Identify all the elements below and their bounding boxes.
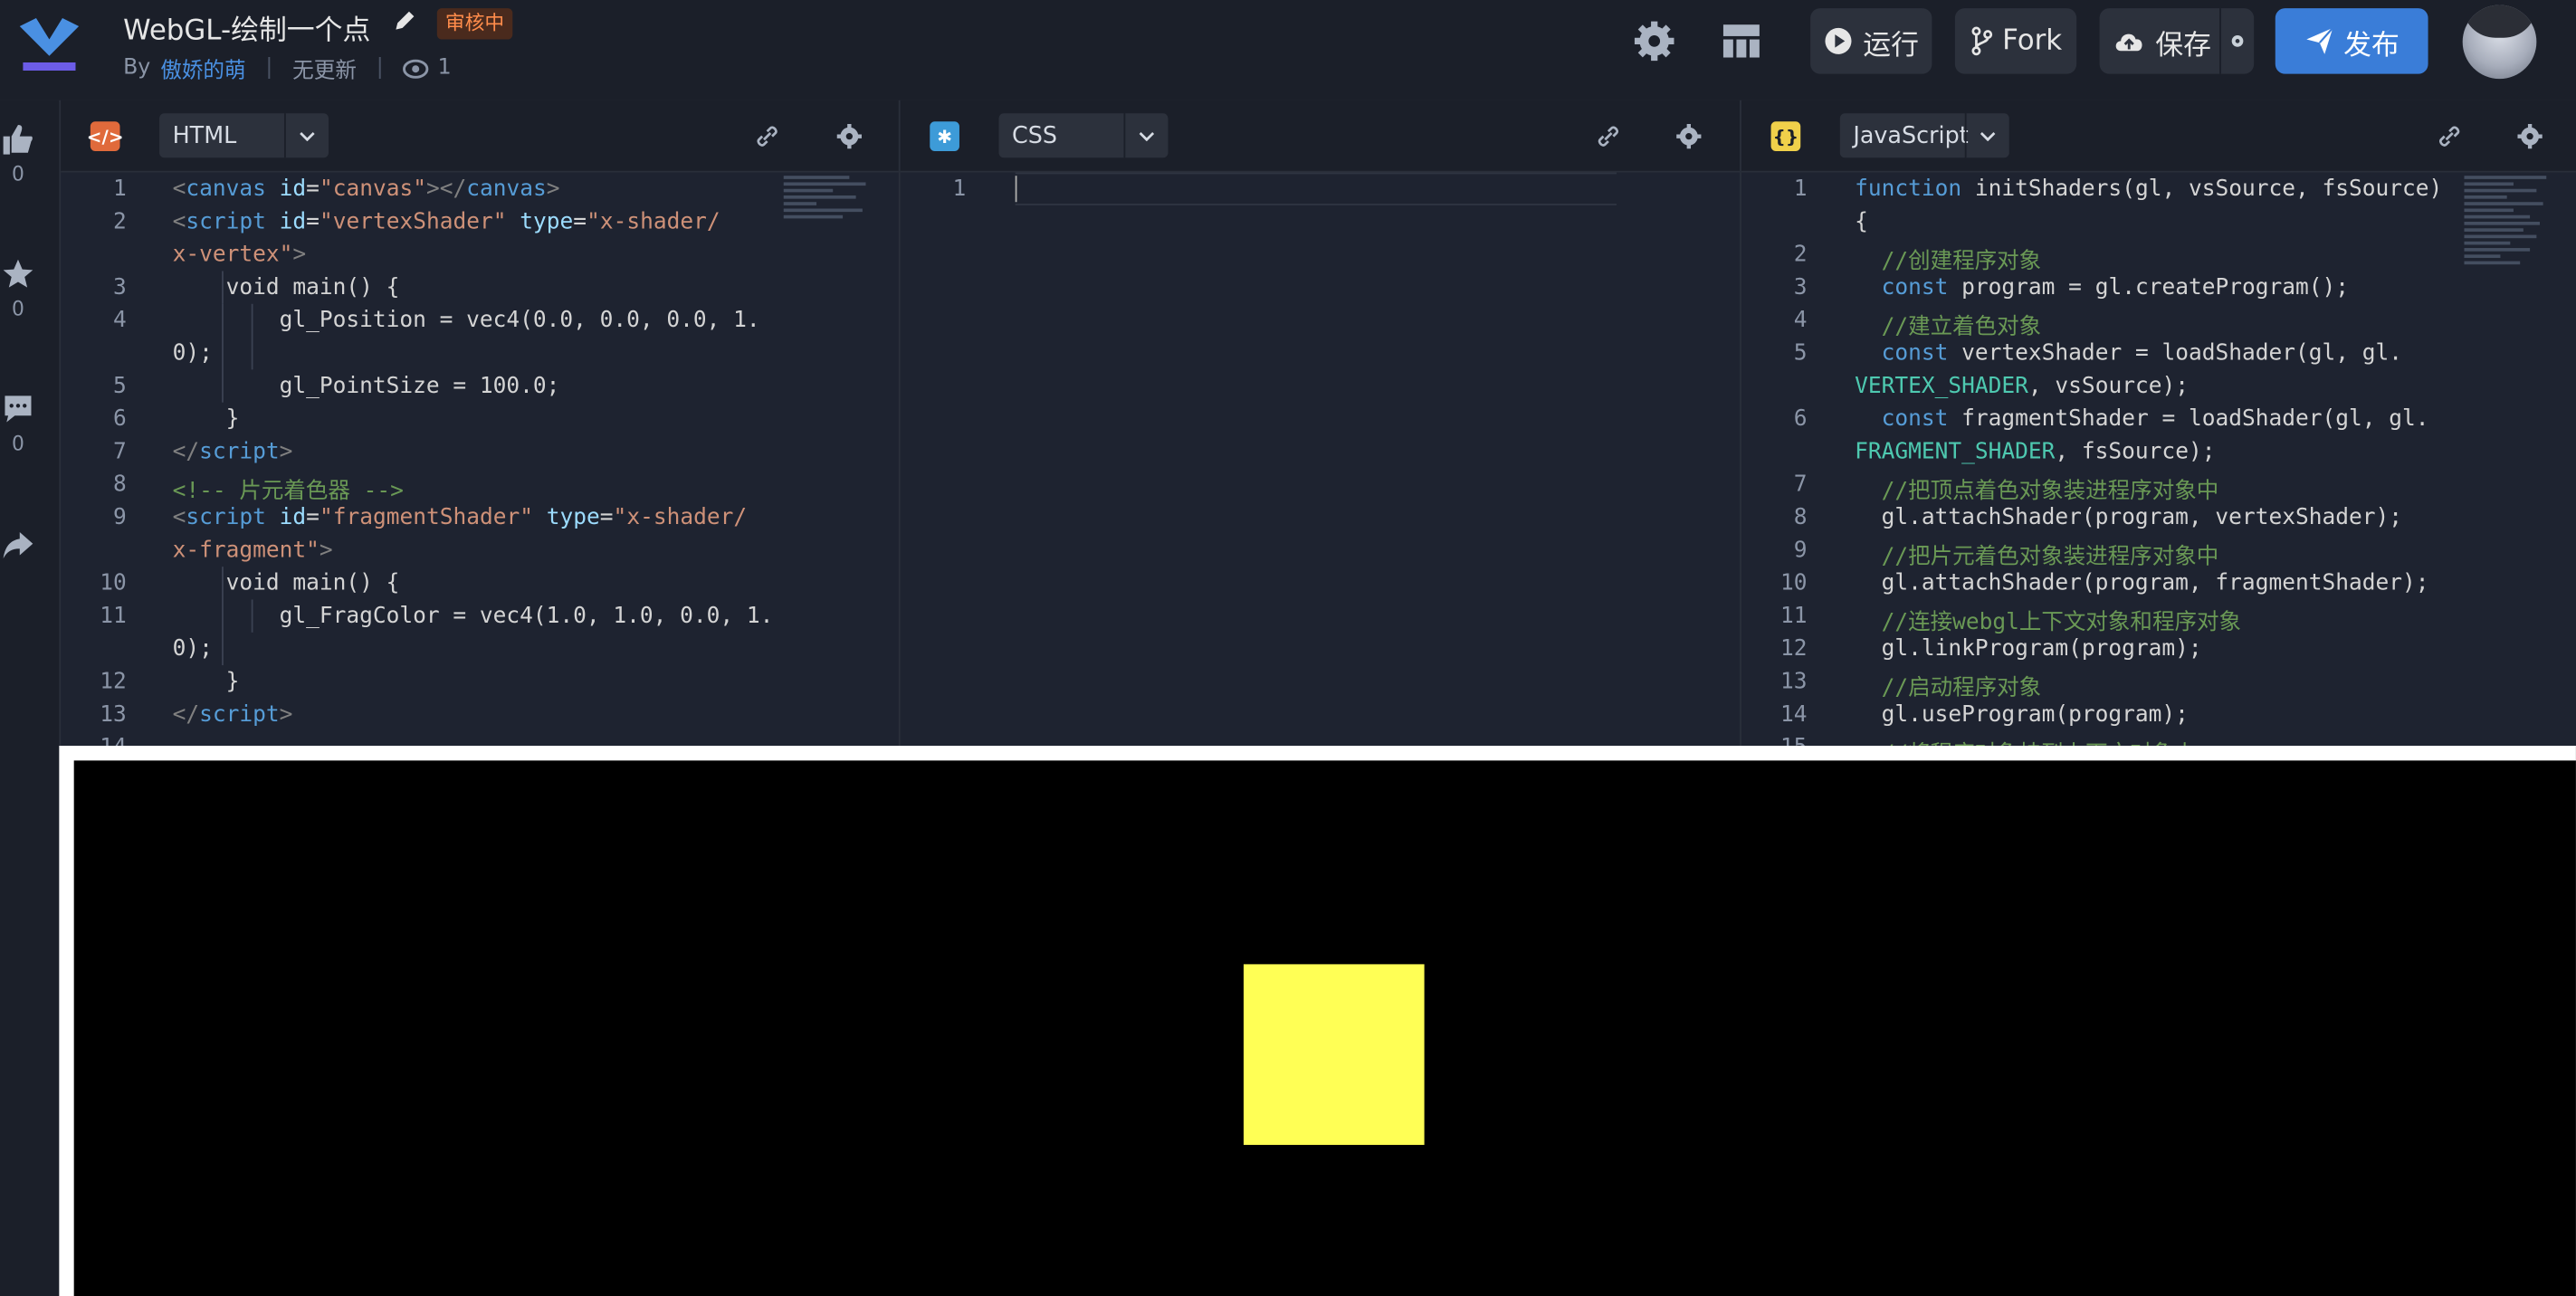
css-pane-header: ✱ CSS	[900, 100, 1741, 173]
fork-button-label: Fork	[2002, 24, 2063, 58]
share-arrow-icon[interactable]	[2, 530, 34, 560]
codepen-logo-icon[interactable]	[16, 16, 82, 72]
link-icon[interactable]	[754, 123, 780, 149]
author-link[interactable]: 傲娇的萌	[160, 52, 245, 83]
review-status-badge: 审核中	[436, 8, 513, 40]
thumbs-up-icon[interactable]	[2, 123, 34, 156]
save-button-label: 保存	[2155, 28, 2211, 62]
text-cursor	[1015, 176, 1017, 203]
chevron-down-icon	[1964, 113, 2009, 158]
pane-settings-gear-icon[interactable]	[1675, 123, 1702, 149]
project-meta: By 傲娇的萌 | 无更新 | 1	[123, 52, 452, 84]
comment-count: 0	[12, 432, 24, 455]
link-icon[interactable]	[1595, 123, 1621, 149]
comment-bubble-icon[interactable]	[2, 393, 34, 425]
pane-settings-gear-icon[interactable]	[2517, 123, 2543, 149]
layout-grid-icon[interactable]	[1718, 18, 1764, 64]
js-editor-pane: {} JavaScript 1 function initShaders(gl,…	[1740, 100, 2576, 747]
meta-divider: |	[376, 55, 384, 81]
share-action[interactable]	[0, 530, 36, 560]
play-icon	[1825, 27, 1852, 54]
fork-button[interactable]: Fork	[1954, 8, 2077, 74]
run-button[interactable]: 运行	[1810, 8, 1932, 74]
project-title[interactable]: WebGL-绘制一个点	[123, 6, 370, 47]
css-language-select[interactable]: CSS	[998, 113, 1169, 158]
cloud-upload-icon	[2115, 33, 2142, 52]
html-minimap[interactable]	[783, 173, 876, 272]
small-gear-icon	[2231, 35, 2244, 47]
rendered-yellow-point	[1243, 964, 1425, 1146]
like-action[interactable]: 0	[0, 123, 36, 186]
chevron-down-icon	[1123, 113, 1168, 158]
css-language-label: CSS	[1012, 122, 1058, 149]
chevron-down-icon	[283, 113, 329, 158]
save-options-button[interactable]	[2219, 8, 2254, 74]
top-bar: WebGL-绘制一个点 审核中 By 傲娇的萌 | 无更新 | 1 运行 For…	[0, 0, 2576, 102]
settings-gear-icon[interactable]	[1631, 18, 1677, 64]
js-language-select[interactable]: JavaScript	[1839, 113, 2009, 158]
html-code-area[interactable]: 1 <canvas id="canvas"></canvas> 2 <scrip…	[61, 173, 900, 746]
run-button-label: 运行	[1863, 28, 1919, 62]
edit-title-icon[interactable]	[393, 10, 415, 33]
css-code-area[interactable]: 1	[901, 172, 1741, 746]
js-lang-icon: {}	[1770, 121, 1801, 151]
like-count: 0	[12, 162, 24, 186]
star-icon[interactable]	[2, 258, 34, 291]
left-action-sidebar: 0 0 0	[0, 100, 60, 1296]
html-pane-header: </> HTML	[61, 100, 901, 173]
css-editor-pane: ✱ CSS 1	[898, 100, 1741, 747]
user-avatar[interactable]	[2462, 5, 2537, 80]
paper-plane-icon	[2305, 27, 2333, 54]
html-language-select[interactable]: HTML	[159, 113, 329, 158]
publish-button[interactable]: 发布	[2275, 8, 2428, 74]
js-pane-header: {} JavaScript	[1741, 100, 2576, 173]
favorite-count: 0	[12, 297, 24, 320]
current-line-highlight	[1015, 172, 1617, 205]
html-editor-pane: </> HTML 1 <canvas id="canvas"></canvas>…	[59, 100, 901, 747]
view-count: 1	[437, 55, 452, 81]
link-icon[interactable]	[2437, 123, 2463, 149]
pane-settings-gear-icon[interactable]	[836, 123, 863, 149]
js-minimap[interactable]	[2464, 173, 2557, 370]
eye-icon	[403, 58, 430, 78]
publish-button-label: 发布	[2343, 28, 2399, 62]
html-lang-icon: </>	[87, 121, 124, 151]
html-language-label: HTML	[172, 122, 237, 149]
update-status: 无更新	[292, 59, 357, 84]
fork-icon	[1971, 26, 1992, 56]
meta-divider: |	[265, 55, 273, 81]
favorite-action[interactable]: 0	[0, 258, 36, 320]
css-lang-icon: ✱	[930, 121, 959, 151]
js-language-label: JavaScript	[1853, 122, 1969, 149]
comment-action[interactable]: 0	[0, 393, 36, 455]
editor-panes: </> HTML 1 <canvas id="canvas"></canvas>…	[59, 100, 2576, 747]
js-code-area[interactable]: 1 function initShaders(gl, vsSource, fsS…	[1741, 173, 2576, 746]
by-label: By	[123, 55, 151, 81]
